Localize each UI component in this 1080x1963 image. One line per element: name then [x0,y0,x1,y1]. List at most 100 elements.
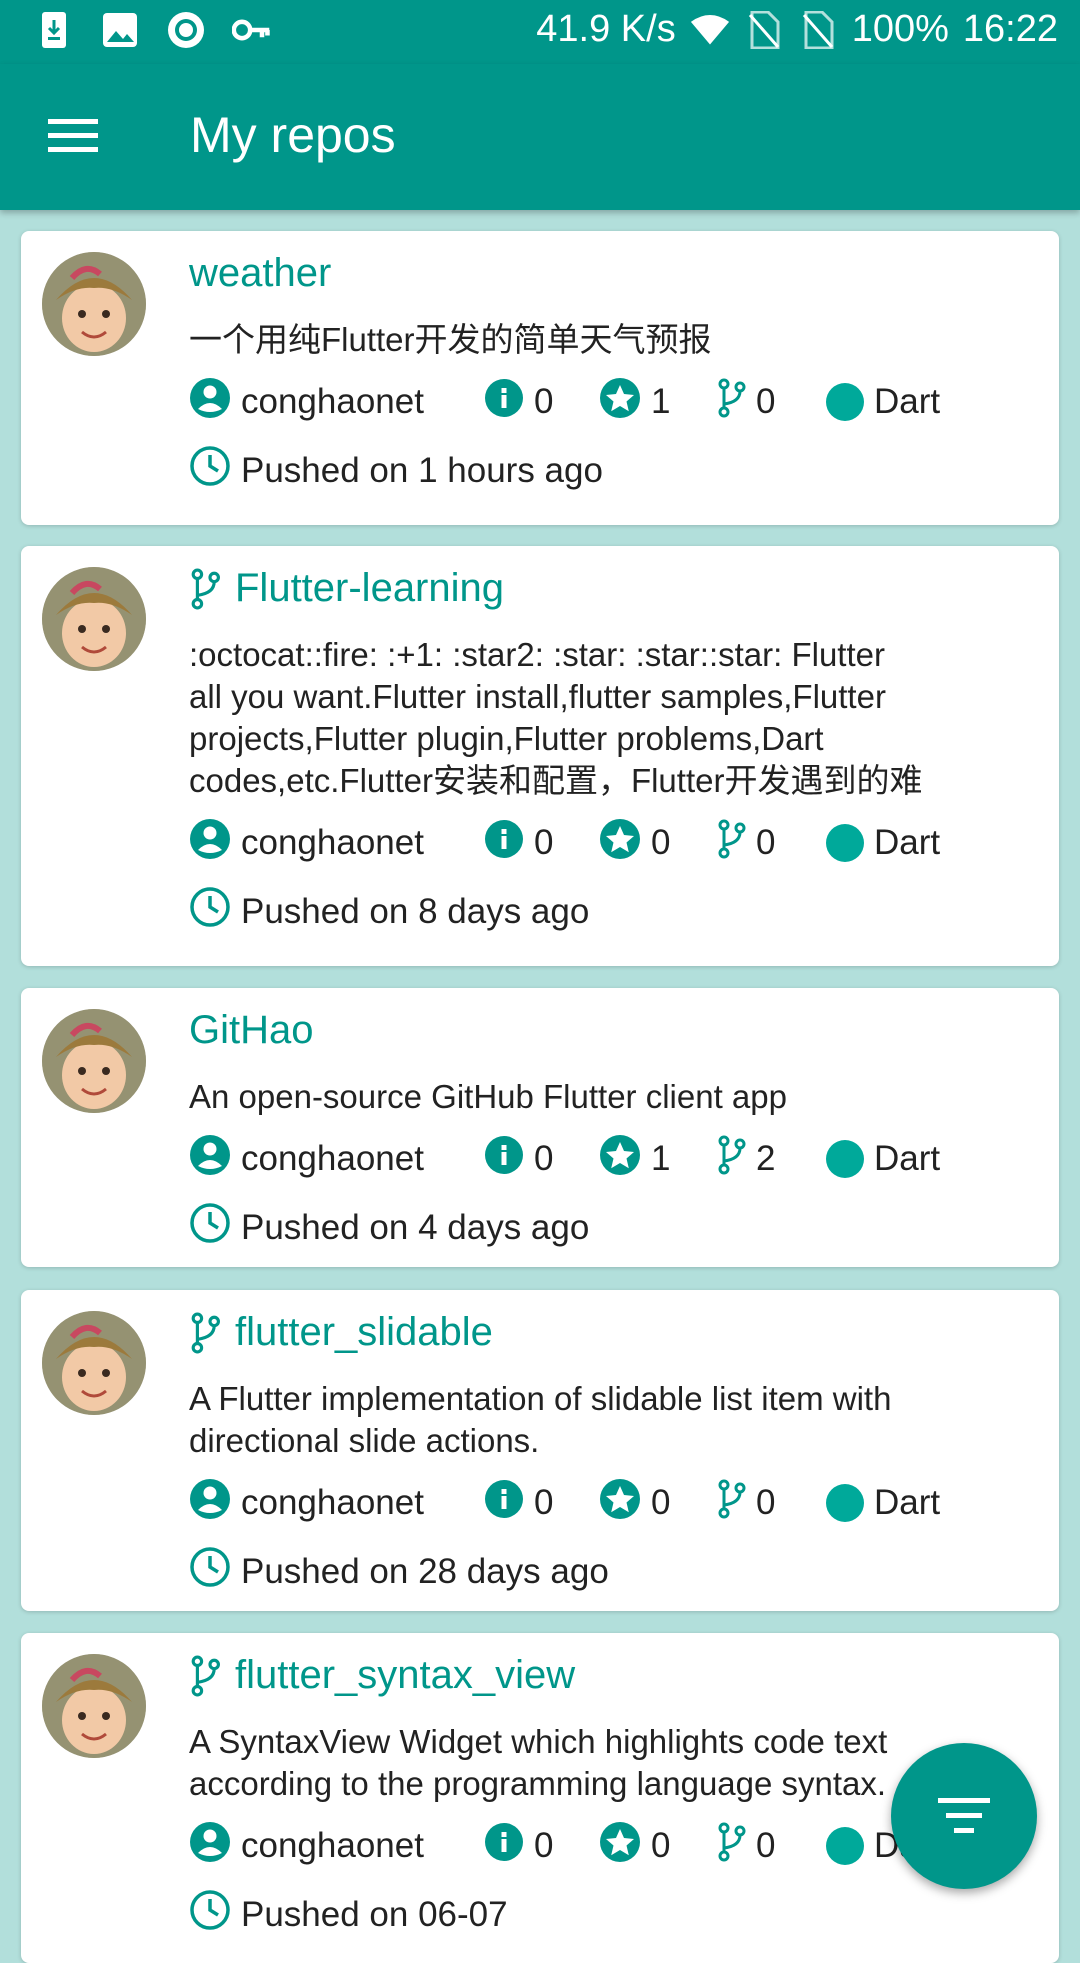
owner-name: conghaonet [241,1826,424,1865]
repo-card[interactable]: flutter_slidable A Flutter implementatio… [21,1290,1059,1611]
info-icon [484,1479,524,1528]
menu-button[interactable] [38,106,108,168]
owner[interactable]: conghaonet [189,1134,484,1185]
repo-title[interactable]: weather [189,251,331,296]
pushed-text: Pushed on 8 days ago [241,891,590,931]
language-dot [826,1140,864,1178]
pushed-text: Pushed on 4 days ago [241,1207,590,1247]
issues: 0 [484,1479,599,1528]
avatar[interactable] [42,252,146,356]
language: Dart [826,1483,940,1523]
repo-title[interactable]: flutter_syntax_view [189,1653,575,1698]
repo-title[interactable]: Flutter-learning [189,566,504,611]
star-icon [599,377,641,428]
description-line: projects,Flutter plugin,Flutter problems… [189,720,824,757]
language-dot [826,1484,864,1522]
star-icon [599,1478,641,1529]
avatar[interactable] [42,1654,146,1758]
owner[interactable]: conghaonet [189,377,484,428]
forks-count: 0 [756,823,776,862]
clock-icon [189,1889,231,1940]
forks-count: 2 [756,1139,776,1178]
record-icon [166,10,206,50]
repo-title[interactable]: GitHao [189,1008,314,1053]
person-icon [189,818,231,869]
image-icon [100,10,140,50]
description-line: :octocat::fire: :+1: :star2: :star: :sta… [189,636,885,673]
forks-count: 0 [756,1826,776,1865]
owner[interactable]: conghaonet [189,818,484,869]
language: Dart [826,382,940,422]
star-icon [599,1821,641,1872]
issues: 0 [484,1135,599,1184]
person-icon [189,377,231,428]
pushed-text: Pushed on 06-07 [241,1894,508,1934]
repo-name: GitHao [189,1008,314,1052]
repo-card[interactable]: GitHao An open-source GitHub Flutter cli… [21,988,1059,1267]
fork-icon [716,1479,746,1528]
repo-name: flutter_slidable [235,1310,493,1354]
info-icon [484,378,524,427]
stars-count: 1 [651,1139,671,1178]
stars: 1 [599,1134,716,1185]
repo-name: Flutter-learning [235,566,505,610]
language-name: Dart [874,1483,941,1522]
owner-name: conghaonet [241,1483,424,1522]
language-name: Dart [874,382,941,421]
stars: 1 [599,377,716,428]
person-icon [189,1821,231,1872]
stars: 0 [599,818,716,869]
stars-count: 0 [651,1826,671,1865]
description-line: A Flutter implementation of slidable lis… [189,1380,892,1417]
status-bar-right: 41.9 K/s 100% 16:22 [536,8,1058,51]
pushed-text: Pushed on 28 days ago [241,1551,609,1591]
download-icon [34,10,74,50]
repo-meta: conghaonet 0 0 0 Dart [189,1821,940,1871]
forks-count: 0 [756,1483,776,1522]
repo-meta: conghaonet 0 1 2 Dart [189,1134,940,1184]
key-icon [232,10,272,50]
avatar[interactable] [42,567,146,671]
stars-count: 1 [651,382,671,421]
person-icon [189,1134,231,1185]
owner-name: conghaonet [241,823,424,862]
language: Dart [826,823,940,863]
description-line: all you want.Flutter install,flutter sam… [189,678,886,715]
issues: 0 [484,819,599,868]
issues-count: 0 [534,382,554,421]
fork-icon [716,1822,746,1871]
no-sim-icon [744,10,784,50]
stars: 0 [599,1478,716,1529]
sort-icon [938,1798,990,1833]
owner[interactable]: conghaonet [189,1478,484,1529]
stars-count: 0 [651,823,671,862]
forks: 0 [716,1822,826,1871]
repo-card[interactable]: weather 一个用纯Flutter开发的简单天气预报 conghaonet … [21,231,1059,525]
repo-description: :octocat::fire: :+1: :star2: :star: :sta… [189,634,1029,802]
issues: 0 [484,1822,599,1871]
owner[interactable]: conghaonet [189,1821,484,1872]
repo-meta: conghaonet 0 0 0 Dart [189,1478,940,1528]
repo-meta: conghaonet 0 0 0 Dart [189,818,940,868]
person-icon [189,1478,231,1529]
repo-card[interactable]: Flutter-learning :octocat::fire: :+1: :s… [21,546,1059,966]
forks: 0 [716,819,826,868]
forks-count: 0 [756,382,776,421]
menu-icon [48,119,98,152]
no-sim-icon [798,10,838,50]
repo-title[interactable]: flutter_slidable [189,1310,493,1355]
repo-description: A Flutter implementation of slidable lis… [189,1378,1029,1462]
repo-description: 一个用纯Flutter开发的简单天气预报 [189,319,1029,361]
description-line: An open-source GitHub Flutter client app [189,1078,787,1115]
fork-icon [189,1655,227,1697]
clock-icon [189,886,231,937]
clock-icon [189,1546,231,1597]
description-line: A SyntaxView Widget which highlights cod… [189,1723,888,1760]
sort-button[interactable] [891,1743,1037,1889]
pushed-time: Pushed on 8 days ago [189,886,589,937]
stars-count: 0 [651,1483,671,1522]
info-icon [484,1135,524,1184]
avatar[interactable] [42,1009,146,1113]
avatar[interactable] [42,1311,146,1415]
status-bar-left-icons [34,10,272,50]
